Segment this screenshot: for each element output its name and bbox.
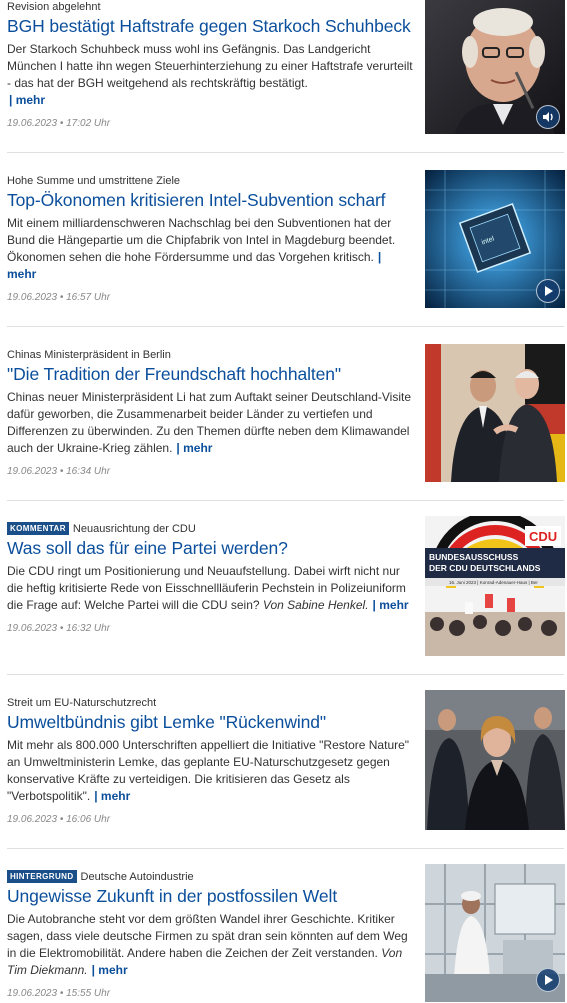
teaser-date: 19.06.2023 • 16:34 Uhr <box>7 466 111 477</box>
play-button[interactable] <box>536 968 560 992</box>
teaser-topline-text: Deutsche Autoindustrie <box>80 871 194 883</box>
separator <box>7 326 564 327</box>
teaser-topline: Revision abgelehnt <box>7 1 101 13</box>
teaser-headline[interactable]: "Die Tradition der Freundschaft hochhalt… <box>7 363 413 385</box>
separator <box>7 674 564 675</box>
banner-subline: 16. Juni 2023 | Konrad-Adenauer-Haus | B… <box>449 580 538 585</box>
teaser-headline[interactable]: Top-Ökonomen kritisieren Intel-Subventio… <box>7 189 413 211</box>
teaser-image-china[interactable] <box>425 344 565 482</box>
badge-kommentar: KOMMENTAR <box>7 522 69 535</box>
teaser-text: Revision abgelehnt BGH bestätigt Haftstr… <box>7 0 413 130</box>
teaser-intel[interactable]: Hohe Summe und umstrittene Ziele Top-Öko… <box>0 170 567 324</box>
teaser-headline[interactable]: BGH bestätigt Haftstrafe gegen Starkoch … <box>7 15 413 37</box>
separator <box>7 500 564 501</box>
banner-line-2: DER CDU DEUTSCHLANDS <box>429 563 541 573</box>
teaser-text: Streit um EU-Naturschutzrecht Umweltbünd… <box>7 696 413 826</box>
teaser-headline[interactable]: Was soll das für eine Partei werden? <box>7 537 413 559</box>
teaser-china[interactable]: Chinas Ministerpräsident in Berlin "Die … <box>0 344 567 498</box>
teaser-date: 19.06.2023 • 16:57 Uhr <box>7 292 111 303</box>
teaser-image-factory[interactable] <box>425 864 565 1002</box>
teaser-text: HINTERGRUND Deutsche Autoindustrie Ungewi… <box>7 870 413 1000</box>
cdu-event-image: CDU BUNDESAUSSCHUSS DER CDU DEUTSCHLANDS… <box>425 516 565 656</box>
teaser-headline[interactable]: Umweltbündnis gibt Lemke "Rückenwind" <box>7 711 413 733</box>
teaser-topline: HINTERGRUND Deutsche Autoindustrie <box>7 870 413 884</box>
more-link[interactable]: | mehr <box>373 598 409 612</box>
teaser-lemke[interactable]: Streit um EU-Naturschutzrecht Umweltbünd… <box>0 690 567 846</box>
badge-hintergrund: HINTERGRUND <box>7 870 77 883</box>
teaser-headline[interactable]: Ungewisse Zukunft in der postfossilen We… <box>7 885 413 907</box>
separator <box>7 152 564 153</box>
teaser-text: KOMMENTAR Neuausrichtung der CDU Was soll… <box>7 522 413 635</box>
politicians-image <box>425 344 565 482</box>
teaser-topline: Streit um EU-Naturschutzrecht <box>7 697 157 709</box>
separator <box>7 848 564 849</box>
more-link[interactable]: | mehr <box>176 441 212 455</box>
teaser-author: Von Sabine Henkel. <box>262 598 369 612</box>
speaker-icon <box>543 112 553 122</box>
teaser-schuhbeck[interactable]: Revision abgelehnt BGH bestätigt Haftstr… <box>0 0 567 150</box>
more-link[interactable]: | mehr <box>92 963 128 977</box>
teaser-image-lemke[interactable] <box>425 690 565 830</box>
teaser-image-schuhbeck[interactable] <box>425 0 565 134</box>
teaser-body: Die CDU ringt um Positionierung und Neua… <box>7 563 413 614</box>
play-icon <box>545 286 553 296</box>
teaser-body-text: Die Autobranche steht vor dem größten Wa… <box>7 912 408 960</box>
teaser-body: Chinas neuer Ministerpräsident Li hat zu… <box>7 389 413 457</box>
teaser-body: Der Starkoch Schuhbeck muss wohl ins Gef… <box>7 41 413 109</box>
teaser-body-text: Mit einem milliardenschweren Nachschlag … <box>7 216 396 264</box>
teaser-date: 19.06.2023 • 17:02 Uhr <box>7 118 111 129</box>
teaser-body: Die Autobranche steht vor dem größten Wa… <box>7 911 413 979</box>
teaser-topline-text: Neuausrichtung der CDU <box>72 523 196 535</box>
teaser-text: Hohe Summe und umstrittene Ziele Top-Öko… <box>7 174 413 304</box>
teaser-body: Mit einem milliardenschweren Nachschlag … <box>7 215 413 283</box>
teaser-topline: Hohe Summe und umstrittene Ziele <box>7 175 181 187</box>
teaser-body-text: Mit mehr als 800.000 Unterschriften appe… <box>7 738 410 803</box>
teaser-body-text: Der Starkoch Schuhbeck muss wohl ins Gef… <box>7 42 413 90</box>
teaser-text: Chinas Ministerpräsident in Berlin "Die … <box>7 348 413 478</box>
teaser-date: 19.06.2023 • 15:55 Uhr <box>7 988 111 999</box>
audio-button[interactable] <box>536 105 560 129</box>
teaser-image-cdu[interactable]: CDU BUNDESAUSSCHUSS DER CDU DEUTSCHLANDS… <box>425 516 565 656</box>
more-link[interactable]: | mehr <box>94 789 130 803</box>
teaser-date: 19.06.2023 • 16:32 Uhr <box>7 623 111 634</box>
play-icon <box>545 975 553 985</box>
teaser-image-chip[interactable]: intel <box>425 170 565 308</box>
more-link[interactable]: | mehr <box>9 93 45 107</box>
teaser-body: Mit mehr als 800.000 Unterschriften appe… <box>7 737 413 805</box>
cdu-logo-text: CDU <box>529 529 557 544</box>
teaser-cdu[interactable]: KOMMENTAR Neuausrichtung der CDU Was soll… <box>0 516 567 672</box>
teaser-topline: KOMMENTAR Neuausrichtung der CDU <box>7 522 413 536</box>
play-button[interactable] <box>536 279 560 303</box>
teaser-date: 19.06.2023 • 16:06 Uhr <box>7 814 111 825</box>
teaser-autoindustrie[interactable]: HINTERGRUND Deutsche Autoindustrie Ungewi… <box>0 864 567 1003</box>
teaser-topline: Chinas Ministerpräsident in Berlin <box>7 349 171 361</box>
lemke-image <box>425 690 565 830</box>
banner-line-1: BUNDESAUSSCHUSS <box>429 552 519 562</box>
